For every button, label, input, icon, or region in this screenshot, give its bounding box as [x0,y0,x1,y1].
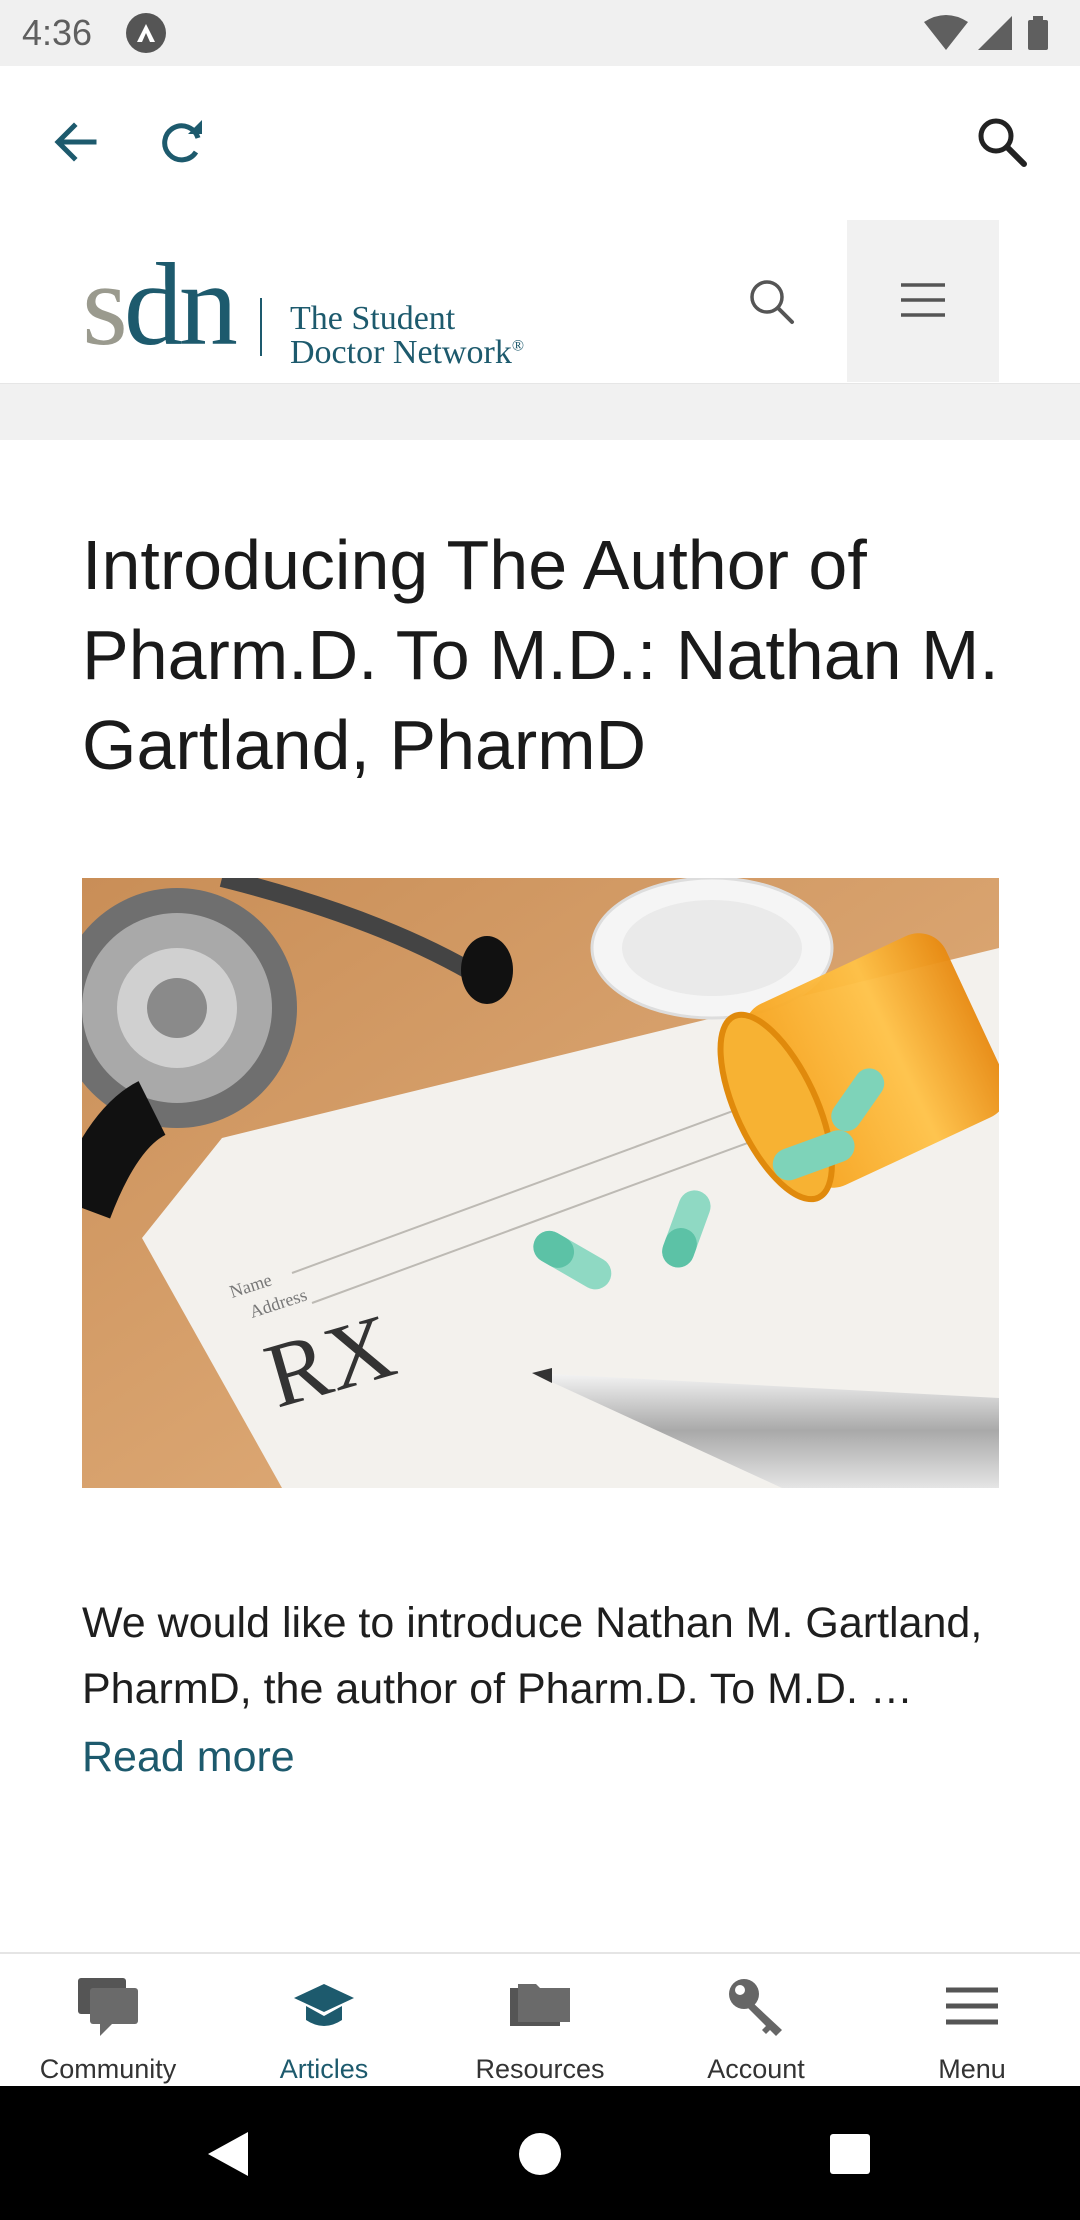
menu-button[interactable] [847,220,999,382]
system-nav-bar [0,2086,1080,2220]
nav-label: Resources [475,2054,605,2084]
search-icon[interactable] [972,112,1032,172]
article-excerpt: We would like to introduce Nathan M. Gar… [82,1599,983,1713]
header-divider-band [0,384,1080,440]
sdn-logo[interactable]: sdn The Student Doctor Network® [82,246,562,372]
nav-item-menu[interactable]: Menu [864,1954,1080,2088]
nav-label: Account [707,2054,805,2084]
logo-text-line1: The Student [290,300,456,337]
chat-bubbles-icon [78,1978,138,2036]
prescription-pills-stethoscope-photo: Name Address RX [82,878,999,1488]
status-bar: 4:36 [0,0,1080,66]
article-image[interactable]: Name Address RX [82,878,999,1488]
nav-label: Articles [279,2054,369,2084]
app-notification-icon [126,13,166,53]
refresh-icon[interactable] [152,112,212,172]
logo-text-line2: Doctor Network® [290,334,525,371]
wifi-icon [924,15,968,50]
key-icon [729,1979,782,2036]
logo-mark: sdn [82,239,238,370]
site-header: sdn The Student Doctor Network® [0,218,1080,384]
hamburger-menu-icon [946,1987,998,2025]
cellular-signal-icon [978,16,1012,50]
bottom-nav: Community Articles Resources Account Men… [0,1952,1080,2086]
back-triangle-icon[interactable] [204,2130,252,2178]
nav-item-resources[interactable]: Resources [432,1954,648,2088]
article-title[interactable]: Introducing The Author of Pharm.D. To M.… [82,520,1012,790]
nav-item-community[interactable]: Community [0,1954,216,2088]
recents-square-icon[interactable] [828,2132,872,2176]
status-time: 4:36 [22,12,93,53]
back-arrow-icon[interactable] [46,112,106,172]
read-more-link[interactable]: Read more [82,1724,295,1790]
nav-label: Menu [938,2054,1006,2084]
status-icons [924,15,1048,50]
nav-label: Community [39,2054,177,2084]
logo-divider [260,298,262,356]
battery-icon [1028,16,1048,50]
browser-toolbar [0,66,1080,218]
nav-item-articles[interactable]: Articles [216,1954,432,2088]
hamburger-menu-icon [901,283,945,317]
folders-icon [510,1984,570,2026]
home-circle-icon[interactable] [516,2130,564,2178]
graduation-cap-icon [294,1984,354,2026]
nav-item-account[interactable]: Account [648,1954,864,2088]
search-icon[interactable] [742,272,802,332]
